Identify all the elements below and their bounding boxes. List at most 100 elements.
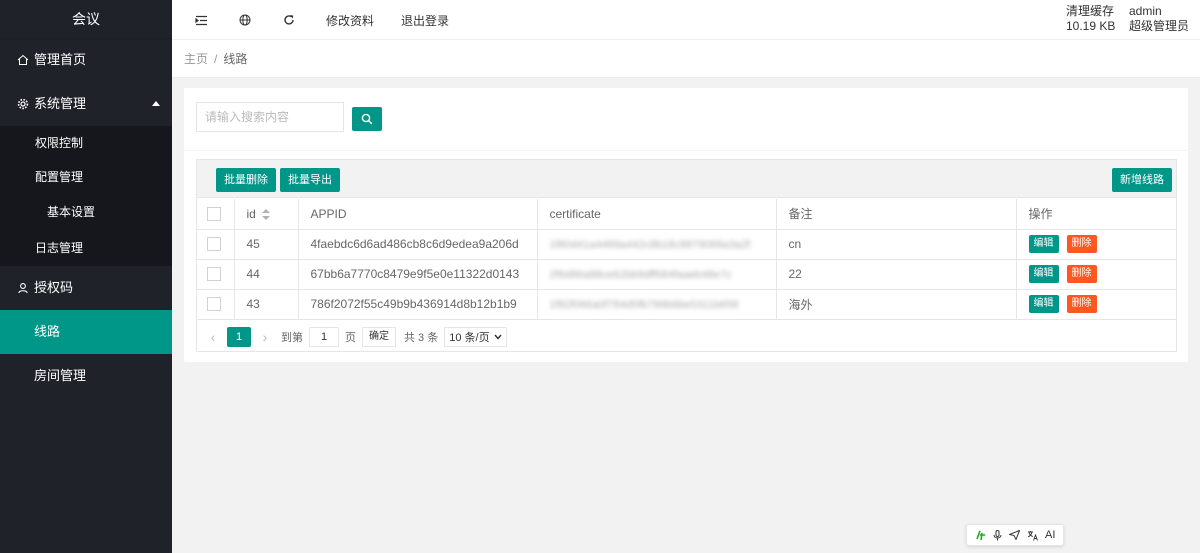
menu-collapse-icon [195, 15, 207, 25]
page-button-current[interactable]: 1 [227, 327, 251, 347]
user-role: 超级管理员 [1129, 19, 1190, 33]
sidebar-item-route[interactable]: 线路 [0, 310, 172, 354]
row-select-cell [197, 289, 235, 320]
column-header-actions: 操作 [1016, 199, 1176, 230]
cell-appid: 4faebdc6d6ad486cb8c6d9edea9a206d [298, 229, 538, 260]
microphone-icon[interactable] [993, 529, 1002, 541]
breadcrumb-home[interactable]: 主页 [184, 52, 208, 66]
sort-icon[interactable] [261, 209, 270, 221]
edit-profile-link[interactable]: 修改资料 [326, 0, 374, 40]
goto-prefix: 到第 [281, 332, 303, 344]
batch-export-button[interactable]: 批量导出 [280, 168, 340, 192]
table-row: 44 67bb6a7770c8479e9f5e0e11322d0143 2f6d… [197, 259, 1176, 290]
sidebar-item-home[interactable]: 管理首页 [0, 38, 172, 82]
sidebar-item-label: 房间管理 [34, 368, 87, 383]
sidebar-item-logs[interactable]: 日志管理 [0, 230, 172, 266]
translate-icon[interactable] [1027, 530, 1038, 541]
goto-confirm-button[interactable]: 确定 [362, 327, 396, 347]
row-select-cell [197, 259, 235, 290]
goto-page-input[interactable] [309, 327, 339, 347]
certificate-blurred: 1f82f066a0f784d5fb789b6be5311b658 [549, 299, 739, 311]
sidebar-item-label: 基本设置 [47, 205, 96, 219]
sidebar-item-config[interactable]: 配置管理 [0, 160, 172, 194]
sidebar: 会议 管理首页 系统管理 权限控制 配置管理 基本设置 日志管理 授权码 线路 … [0, 0, 172, 553]
total-count: 共 3 条 [404, 332, 439, 344]
certificate-blurred: 1f80d41a4489a442c8b18c8879068a3a2f [549, 239, 751, 251]
cell-note: cn [776, 229, 1017, 260]
cell-note: 海外 [776, 289, 1017, 320]
divider [184, 150, 1188, 151]
table-row: 43 786f2072f55c49b9b436914d8b12b1b9 1f82… [197, 289, 1176, 320]
column-header-appid: APPID [298, 199, 538, 230]
sidebar-item-label: 系统管理 [34, 96, 87, 111]
clear-cache-button[interactable]: 清理缓存 10.19 KB [1066, 4, 1115, 34]
prev-page-icon[interactable]: ‹ [203, 329, 223, 345]
cell-certificate: 2f6d86a88ce62bb9dff684faaeb48e7c [537, 259, 777, 290]
row-checkbox[interactable] [207, 267, 221, 282]
refresh-button[interactable] [283, 0, 295, 40]
sidebar-item-permission[interactable]: 权限控制 [0, 126, 172, 160]
row-select-cell [197, 229, 235, 260]
ai-assistant-button[interactable]: AI [1045, 529, 1055, 541]
breadcrumb-separator: / [214, 52, 218, 66]
column-label: id [246, 206, 256, 221]
next-page-icon[interactable]: › [255, 329, 275, 345]
table-header-row: id APPID certificate 备注 操作 [197, 199, 1176, 230]
page-size-select[interactable]: 10 条/页 [444, 327, 507, 347]
logout-link[interactable]: 退出登录 [401, 0, 449, 40]
floating-toolbar: AI [966, 524, 1064, 546]
cell-id: 45 [234, 229, 299, 260]
sidebar-item-auth-code[interactable]: 授权码 [0, 266, 172, 310]
batch-delete-button[interactable]: 批量删除 [216, 168, 276, 192]
column-header-certificate: certificate [537, 199, 777, 230]
search-button[interactable] [352, 107, 382, 131]
menu-toggle-button[interactable] [195, 0, 208, 40]
add-route-button[interactable]: 新增线路 [1112, 168, 1172, 192]
user-icon [16, 266, 30, 310]
cell-id: 44 [234, 259, 299, 290]
table-toolbar: 批量删除 批量导出 新增线路 [197, 160, 1176, 198]
sidebar-item-label: 授权码 [34, 280, 74, 295]
edit-button[interactable]: 编辑 [1028, 235, 1059, 253]
clear-cache-label: 清理缓存 [1066, 4, 1115, 18]
user-name: admin [1129, 4, 1162, 18]
edit-button[interactable]: 编辑 [1028, 265, 1059, 283]
edit-button[interactable]: 编辑 [1028, 295, 1059, 313]
delete-button[interactable]: 删除 [1066, 235, 1097, 253]
cell-appid: 786f2072f55c49b9b436914d8b12b1b9 [298, 289, 538, 320]
row-checkbox[interactable] [207, 297, 221, 312]
search-icon [361, 113, 373, 125]
sidebar-item-label: 管理首页 [34, 52, 87, 67]
row-checkbox[interactable] [207, 237, 221, 252]
select-all-cell [197, 199, 235, 230]
breadcrumb-current: 线路 [223, 52, 248, 66]
delete-button[interactable]: 删除 [1066, 265, 1097, 283]
column-header-id[interactable]: id [234, 199, 299, 230]
table-row: 45 4faebdc6d6ad486cb8c6d9edea9a206d 1f80… [197, 229, 1176, 260]
home-icon [16, 38, 30, 82]
cell-certificate: 1f80d41a4489a442c8b18c8879068a3a2f [537, 229, 777, 260]
app-title: 会议 [0, 0, 172, 38]
website-button[interactable] [239, 0, 251, 40]
select-all-checkbox[interactable] [207, 207, 221, 222]
chevron-down-icon [494, 334, 502, 340]
send-icon[interactable] [1008, 530, 1020, 540]
sidebar-item-rooms[interactable]: 房间管理 [0, 354, 172, 398]
cell-appid: 67bb6a7770c8479e9f5e0e11322d0143 [298, 259, 538, 290]
breadcrumb: 主页 / 线路 [172, 40, 1200, 78]
sidebar-item-basic-settings[interactable]: 基本设置 [0, 194, 172, 230]
pagination: ‹ 1 › 到第 页 确定 共 3 条 10 条/页 [197, 322, 1176, 352]
translate-logo-icon[interactable] [975, 530, 986, 541]
sidebar-item-system[interactable]: 系统管理 [0, 82, 172, 126]
delete-button[interactable]: 删除 [1066, 295, 1097, 313]
page-size-value: 10 条/页 [449, 332, 490, 344]
cell-actions: 编辑 删除 [1016, 289, 1176, 320]
cell-certificate: 1f82f066a0f784d5fb789b6be5311b658 [537, 289, 777, 320]
refresh-icon [284, 15, 294, 25]
user-menu[interactable]: admin 超级管理员 [1129, 4, 1189, 34]
sidebar-item-label: 线路 [34, 324, 61, 339]
data-table: 批量删除 批量导出 新增线路 id APPID certificate 备注 操… [196, 159, 1177, 352]
search-input[interactable] [196, 102, 344, 132]
chevron-up-icon [152, 101, 160, 106]
gear-icon [16, 82, 30, 126]
